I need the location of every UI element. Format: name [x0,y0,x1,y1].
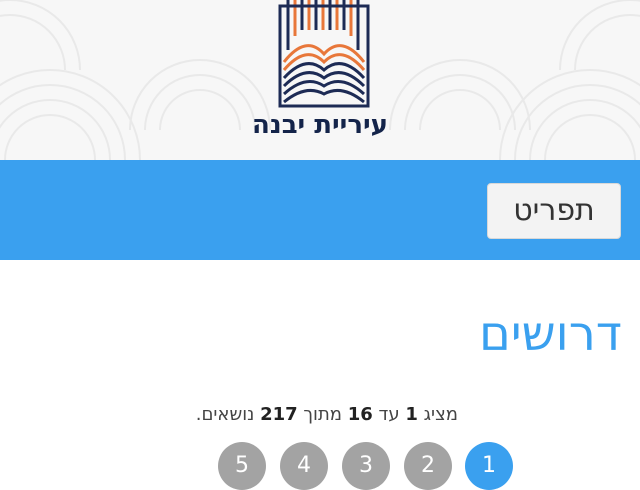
summary-total: 217 [260,404,298,425]
site-header: עיריית יבנה [0,0,640,160]
yavne-emblem-icon [278,0,370,108]
summary-of-word: מתוך [303,404,343,425]
pagination: 1 2 3 4 5 [0,442,640,490]
summary-to: 16 [347,404,373,425]
page-button-1[interactable]: 1 [465,442,513,490]
page-title: דרושים [479,306,622,362]
page-button-3[interactable]: 3 [342,442,390,490]
page-button-2[interactable]: 2 [404,442,452,490]
menu-button[interactable]: תפריט [487,183,621,239]
summary-prefix: מציג [423,404,458,425]
summary-suffix: נושאים. [195,404,255,425]
city-name: עיריית יבנה [252,110,388,140]
page-button-5[interactable]: 5 [218,442,266,490]
results-summary: מציג 1 עד 16 מתוך 217 נושאים. [196,402,458,428]
page-button-4[interactable]: 4 [280,442,328,490]
city-logo[interactable]: עיריית יבנה [252,0,388,150]
summary-from: 1 [405,404,418,425]
summary-to-word: עד [378,404,400,425]
